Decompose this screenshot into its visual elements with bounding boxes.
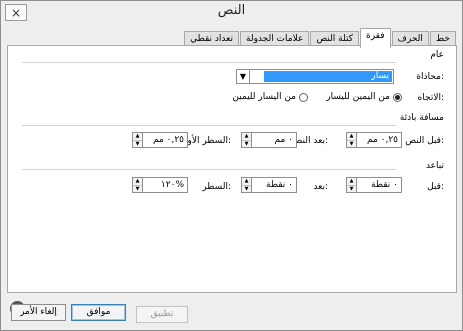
first-line-label: السطر الأول: [180,136,231,146]
spin-down-icon[interactable]: ▼ [242,140,251,147]
direction-label: الاتجاه: [417,93,444,103]
spacing-heading: تباعد [425,161,444,171]
line-spacing-label: السطر: [202,182,231,192]
tab-strip: خط الحرف فقرة كتلة النص علامات الجدولة ت… [184,28,456,48]
apply-button[interactable]: تطبيق [136,306,188,323]
spacing-after-value[interactable]: ٠ نقطة [252,178,296,192]
paragraph-panel: عام محاذاة: ▼ يسار الاتجاه: من اليمين لل… [7,45,457,293]
indentation-divider [22,125,396,126]
direction-ltr-radio[interactable]: من اليسار لليمين [232,92,308,102]
general-divider [22,62,396,63]
spin-up-icon[interactable]: ▲ [347,178,356,186]
spacing-before-spinner[interactable]: ▲ ▼ ٠ نقطة [346,177,402,193]
before-text-spinner[interactable]: ▲ ▼ ٠,٢٥ مم [346,132,402,148]
tab-paragraph[interactable]: فقرة [359,28,391,48]
before-text-label: قبل النص: [405,136,444,146]
spacing-after-spinner[interactable]: ▲ ▼ ٠ نقطة [241,177,297,193]
radio-selected-icon [393,92,402,102]
spacing-before-label: قبل: [427,182,444,192]
dialog-title: النص [217,3,246,18]
spin-up-icon[interactable]: ▲ [242,178,251,186]
general-heading: عام [430,50,444,60]
indentation-heading: مسافة بادئة [399,113,444,123]
spin-up-icon[interactable]: ▲ [133,178,142,186]
spacing-divider [22,169,396,170]
text-dialog: × النص خط الحرف فقرة كتلة النص علامات ال… [0,0,463,331]
first-line-value[interactable]: ٠,٢٥ مم [143,133,187,147]
line-spacing-value[interactable]: ١٢٠% [143,178,187,192]
spin-down-icon[interactable]: ▼ [242,185,251,192]
after-text-value[interactable]: ٠ مم [252,133,296,147]
after-text-spinner[interactable]: ▲ ▼ ٠ مم [241,132,297,148]
alignment-label: محاذاة: [416,72,444,82]
spin-down-icon[interactable]: ▼ [133,140,142,147]
spacing-after-label: بعد: [313,182,328,192]
spin-down-icon[interactable]: ▼ [133,185,142,192]
ok-button[interactable]: موافق [71,304,126,321]
first-line-spinner[interactable]: ▲ ▼ ٠,٢٥ مم [132,132,188,148]
spacing-before-value[interactable]: ٠ نقطة [357,178,401,192]
line-spacing-spinner[interactable]: ▲ ▼ ١٢٠% [132,177,188,193]
rtl-option-label: من اليمين لليسار [326,92,390,102]
after-text-label: بعد النص: [291,136,328,146]
spin-up-icon[interactable]: ▲ [242,133,251,141]
chevron-down-icon[interactable]: ▼ [237,70,250,83]
radio-unselected-icon [299,92,308,102]
spin-down-icon[interactable]: ▼ [347,185,356,192]
spin-up-icon[interactable]: ▲ [347,133,356,141]
before-text-value[interactable]: ٠,٢٥ مم [357,133,401,147]
spin-down-icon[interactable]: ▼ [347,140,356,147]
alignment-select[interactable]: ▼ يسار [236,69,394,84]
spin-up-icon[interactable]: ▲ [133,133,142,141]
cancel-button[interactable]: إلغاء الأمر [11,304,66,321]
ltr-option-label: من اليسار لليمين [232,92,296,102]
alignment-value: يسار [264,71,392,82]
direction-rtl-radio[interactable]: من اليمين لليسار [326,92,402,102]
